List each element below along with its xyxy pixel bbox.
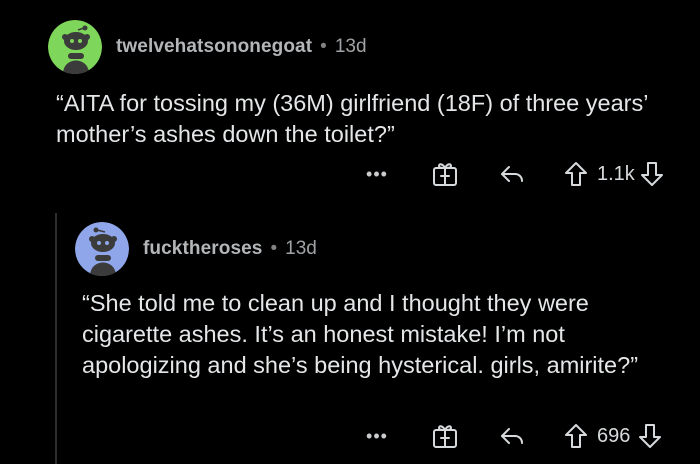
reply-icon [501,428,523,444]
comment-reply: fucktheroses • 13d “She told me to clean… [0,200,700,464]
comment-parent: twelvehatsononegoat • 13d “AITA for toss… [0,0,700,200]
comment-header: twelvehatsononegoat • 13d [48,20,367,74]
downvote-button[interactable] [637,159,667,189]
downvote-icon [640,162,663,186]
upvote-icon [565,162,587,186]
award-icon [433,163,457,186]
comment-age: 13d [285,238,317,259]
meta-separator: • [270,238,278,259]
comment-body: “AITA for tossing my (36M) girlfriend (1… [56,90,655,147]
downvote-button[interactable] [635,421,665,451]
comment-age: 13d [334,36,367,57]
upvote-button[interactable] [561,159,591,189]
comment-header: fucktheroses • 13d [75,222,317,276]
reply-button[interactable] [497,159,527,189]
more-options-button[interactable]: ••• [362,421,392,451]
reply-icon [501,166,523,182]
comment-body: “She told me to clean up and I thought t… [82,290,639,378]
award-button[interactable] [430,421,460,451]
username[interactable]: twelvehatsononegoat [116,36,312,58]
username[interactable]: fucktheroses [143,238,262,260]
award-button[interactable] [430,159,460,189]
more-options-button[interactable]: ••• [362,159,392,189]
avatar[interactable] [48,20,102,74]
vote-score: 1.1k [597,162,635,185]
upvote-icon [565,424,587,448]
comment-actions: ••• 1.1k [362,159,667,189]
snoo-avatar-icon [75,222,129,276]
award-icon [433,425,457,448]
upvote-button[interactable] [561,421,591,451]
vote-score: 696 [597,424,631,447]
downvote-icon [639,424,661,448]
avatar[interactable] [75,222,129,276]
comment-actions: ••• 696 [362,421,665,451]
reply-button[interactable] [497,421,527,451]
snoo-avatar-icon [48,20,102,74]
meta-separator: • [320,36,327,57]
